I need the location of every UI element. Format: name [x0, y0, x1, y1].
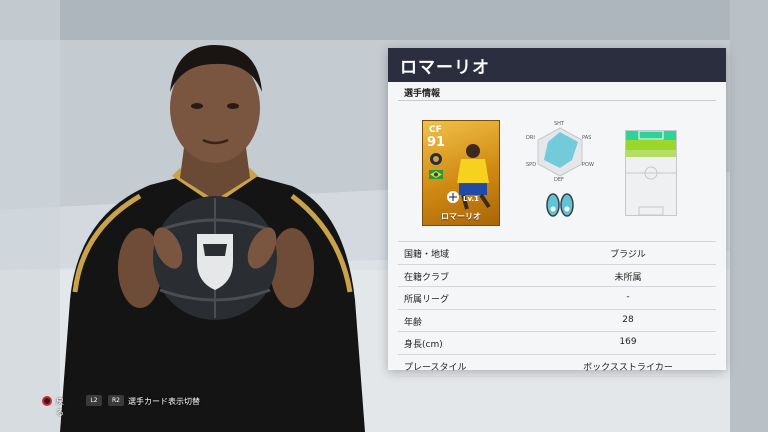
panel-header: ロマーリオ	[388, 48, 726, 82]
card-name: ロマーリオ	[441, 212, 481, 221]
info-table: 国籍・地域 ブラジル 在籍クラブ 未所属 所属リーグ - 年齢 28 身長(cm…	[398, 241, 716, 377]
r2-button-icon[interactable]: R2	[108, 395, 124, 406]
hex-label-pas: PAS	[582, 135, 592, 141]
ability-hexagon: SHT PAS POW DEF SPD DRI	[526, 121, 594, 183]
player-info-panel: ロマーリオ 選手情報 CF 91 Lv.1 ロマーリオ SHT PAS POW …	[388, 48, 726, 377]
hex-label-spd: SPD	[526, 162, 537, 168]
feet-icon	[546, 193, 574, 217]
info-value: -	[626, 292, 630, 302]
info-row-league: 所属リーグ -	[398, 287, 716, 310]
switch-card-label[interactable]: 選手カード表示切替	[128, 396, 288, 407]
hex-label-sht: SHT	[554, 121, 564, 127]
player-card[interactable]: CF 91 Lv.1 ロマーリオ	[422, 120, 500, 226]
info-label: 国籍・地域	[404, 250, 450, 260]
info-value: 169	[619, 337, 637, 347]
player-portrait	[60, 45, 365, 432]
card-level: Lv.1	[463, 195, 479, 203]
info-row-playstyle: プレースタイル ボックスストライカー	[398, 355, 716, 377]
section-title: 選手情報	[404, 89, 441, 99]
hex-label-dri: DRI	[526, 135, 535, 141]
section-divider	[398, 100, 716, 101]
pitch-lines	[626, 130, 676, 216]
info-value: ボックスストライカー	[583, 362, 673, 373]
hex-label-pow: POW	[582, 162, 594, 168]
back-label[interactable]: 戻る	[56, 396, 64, 418]
info-row-height: 身長(cm) 169	[398, 332, 716, 355]
hex-label-def: DEF	[554, 177, 564, 183]
info-value: ブラジル	[610, 250, 646, 260]
info-label: 所属リーグ	[404, 295, 450, 305]
info-label: プレースタイル	[404, 362, 467, 373]
info-row-club: 在籍クラブ 未所属	[398, 265, 716, 287]
info-value: 未所属	[614, 272, 642, 283]
info-label: 身長(cm)	[404, 340, 443, 350]
l2-button-icon[interactable]: L2	[86, 395, 102, 406]
card-art	[429, 144, 491, 210]
info-label: 年齢	[404, 317, 423, 328]
player-name: ロマーリオ	[400, 58, 490, 78]
circle-button-icon[interactable]	[42, 396, 52, 406]
info-label: 在籍クラブ	[404, 272, 450, 283]
info-value: 28	[622, 314, 634, 325]
card-player-icon	[466, 144, 480, 158]
position-map	[625, 130, 677, 216]
hexagon-graph	[537, 127, 583, 177]
info-row-nationality: 国籍・地域 ブラジル	[398, 241, 716, 265]
info-row-age: 年齢 28	[398, 310, 716, 332]
